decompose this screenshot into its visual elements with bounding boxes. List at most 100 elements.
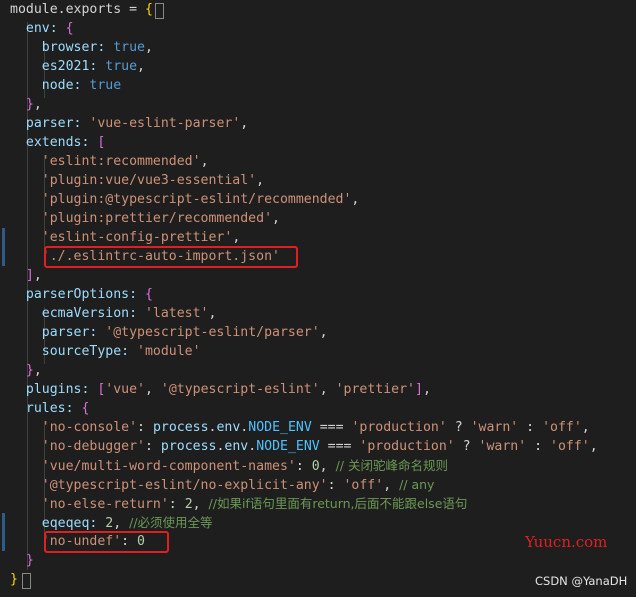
code-token: { bbox=[145, 2, 153, 17]
code-token: NODE_ENV bbox=[256, 439, 320, 454]
highlight-auto-import bbox=[44, 246, 298, 268]
code-token: ecmaVersion: bbox=[10, 306, 145, 321]
code-token: parserOptions: bbox=[10, 287, 145, 302]
code-line[interactable]: 'plugin:prettier/recommended', bbox=[10, 209, 280, 228]
code-token: parser: bbox=[10, 325, 106, 340]
code-token: , bbox=[113, 516, 130, 531]
code-token: , bbox=[200, 154, 209, 169]
code-token: : bbox=[295, 459, 312, 474]
code-token: , bbox=[422, 382, 431, 397]
code-line[interactable]: 'vue/multi-word-component-names': 0, // … bbox=[10, 456, 448, 475]
code-token: { bbox=[144, 287, 153, 302]
code-line[interactable]: extends: [ bbox=[10, 133, 105, 152]
code-line[interactable]: '@typescript-eslint/no-explicit-any': 'o… bbox=[10, 475, 435, 494]
code-line[interactable]: module.exports = { bbox=[10, 0, 153, 19]
code-line[interactable]: 'no-debugger': process.env.NODE_ENV === … bbox=[10, 437, 598, 456]
code-token: 'warn' bbox=[478, 439, 527, 454]
code-line[interactable]: sourceType: 'module' bbox=[10, 342, 201, 361]
code-token: env bbox=[224, 439, 249, 454]
attribution-text: CSDN @YanaDH bbox=[535, 574, 628, 588]
code-token: , bbox=[33, 268, 42, 283]
code-token: , bbox=[137, 59, 145, 74]
code-token: , bbox=[589, 439, 598, 454]
highlight-no-undef bbox=[44, 531, 169, 553]
code-token: NODE_ENV bbox=[248, 420, 312, 435]
code-line[interactable]: }, bbox=[10, 361, 42, 380]
code-line[interactable]: parser: '@typescript-eslint/parser', bbox=[10, 323, 328, 342]
code-token: , bbox=[256, 173, 265, 188]
code-token: '@typescript-eslint/parser' bbox=[105, 325, 320, 340]
code-token: 0 bbox=[311, 459, 320, 474]
code-line[interactable]: 'plugin:vue/vue3-essential', bbox=[10, 171, 264, 190]
code-token: , bbox=[208, 306, 217, 321]
code-editor[interactable]: module.exports = { env: { browser: true,… bbox=[0, 0, 636, 597]
code-line[interactable]: ecmaVersion: 'latest', bbox=[10, 304, 217, 323]
code-line[interactable]: } bbox=[10, 570, 18, 589]
code-token: 'vue/multi-word-component-names' bbox=[10, 459, 296, 474]
code-token: : bbox=[168, 497, 185, 512]
code-token: node: bbox=[10, 78, 90, 93]
code-line[interactable]: rules: { bbox=[10, 399, 90, 418]
code-token: //必须使用全等 bbox=[129, 515, 213, 530]
code-token: 'production' bbox=[351, 420, 447, 435]
code-token: { bbox=[65, 21, 74, 36]
code-line[interactable]: parserOptions: { bbox=[10, 285, 153, 304]
code-token: exports bbox=[65, 2, 122, 17]
code-token: . bbox=[57, 2, 66, 17]
code-token: //如果if语句里面有return,后面不能跟else语句 bbox=[208, 496, 468, 511]
code-token: true bbox=[113, 40, 145, 55]
code-token: 'module' bbox=[137, 344, 201, 359]
code-line[interactable]: eqeqeq: 2, //必须使用全等 bbox=[10, 513, 213, 532]
code-line[interactable]: plugins: ['vue', '@typescript-eslint', '… bbox=[10, 380, 431, 399]
code-token: 'warn' bbox=[470, 420, 519, 435]
code-token: , bbox=[240, 116, 249, 131]
gutter-change-marker bbox=[2, 228, 5, 266]
code-token: : bbox=[327, 478, 344, 493]
code-token: = bbox=[121, 2, 145, 17]
code-token: true bbox=[105, 59, 138, 74]
code-line[interactable]: 'no-else-return': 2, //如果if语句里面有return,后… bbox=[10, 494, 468, 513]
code-line[interactable]: parser: 'vue-eslint-parser', bbox=[10, 114, 248, 133]
code-token: 'plugin:vue/vue3-essential' bbox=[10, 173, 257, 188]
code-line[interactable]: 'eslint:recommended', bbox=[10, 152, 209, 171]
code-line[interactable]: node: true bbox=[10, 76, 121, 95]
code-token: ] bbox=[25, 268, 34, 283]
code-token: , bbox=[145, 382, 161, 397]
code-token: eqeqeq: bbox=[10, 516, 106, 531]
code-line[interactable]: 'eslint-config-prettier', bbox=[10, 228, 241, 247]
code-token: true bbox=[89, 78, 122, 93]
code-token: 'no-console' bbox=[10, 420, 138, 435]
code-token: : bbox=[526, 439, 550, 454]
code-line[interactable]: es2021: true, bbox=[10, 57, 145, 76]
code-token: 2 bbox=[184, 497, 193, 512]
code-line[interactable]: browser: true, bbox=[10, 38, 153, 57]
code-token: , bbox=[319, 325, 328, 340]
code-token: , bbox=[33, 363, 42, 378]
code-line[interactable]: 'no-console': process.env.NODE_ENV === '… bbox=[10, 418, 590, 437]
code-token: 'off' bbox=[542, 420, 582, 435]
code-token: 'off' bbox=[550, 439, 590, 454]
code-line[interactable]: }, bbox=[10, 95, 42, 114]
code-token: 'plugin:@typescript-eslint/recommended' bbox=[10, 192, 352, 207]
code-token: rules: bbox=[10, 401, 82, 416]
code-token: 'prettier' bbox=[335, 382, 415, 397]
code-line[interactable]: env: { bbox=[10, 19, 74, 38]
code-line[interactable]: } bbox=[10, 551, 34, 570]
code-token: , bbox=[144, 40, 153, 55]
code-token: 'latest' bbox=[144, 306, 209, 321]
code-token: [ bbox=[97, 135, 106, 150]
code-line[interactable]: 'plugin:@typescript-eslint/recommended', bbox=[10, 190, 360, 209]
watermark-text: Yuucn.com bbox=[525, 533, 608, 551]
code-token: es2021: bbox=[10, 59, 106, 74]
code-token: 'no-debugger' bbox=[10, 439, 145, 454]
code-token: env: bbox=[10, 21, 66, 36]
code-token: extends: bbox=[10, 135, 98, 150]
code-token: , bbox=[581, 420, 590, 435]
code-line[interactable]: ], bbox=[10, 266, 42, 285]
code-token: } bbox=[10, 572, 18, 587]
code-token: === bbox=[319, 439, 360, 454]
code-token: { bbox=[81, 401, 90, 416]
